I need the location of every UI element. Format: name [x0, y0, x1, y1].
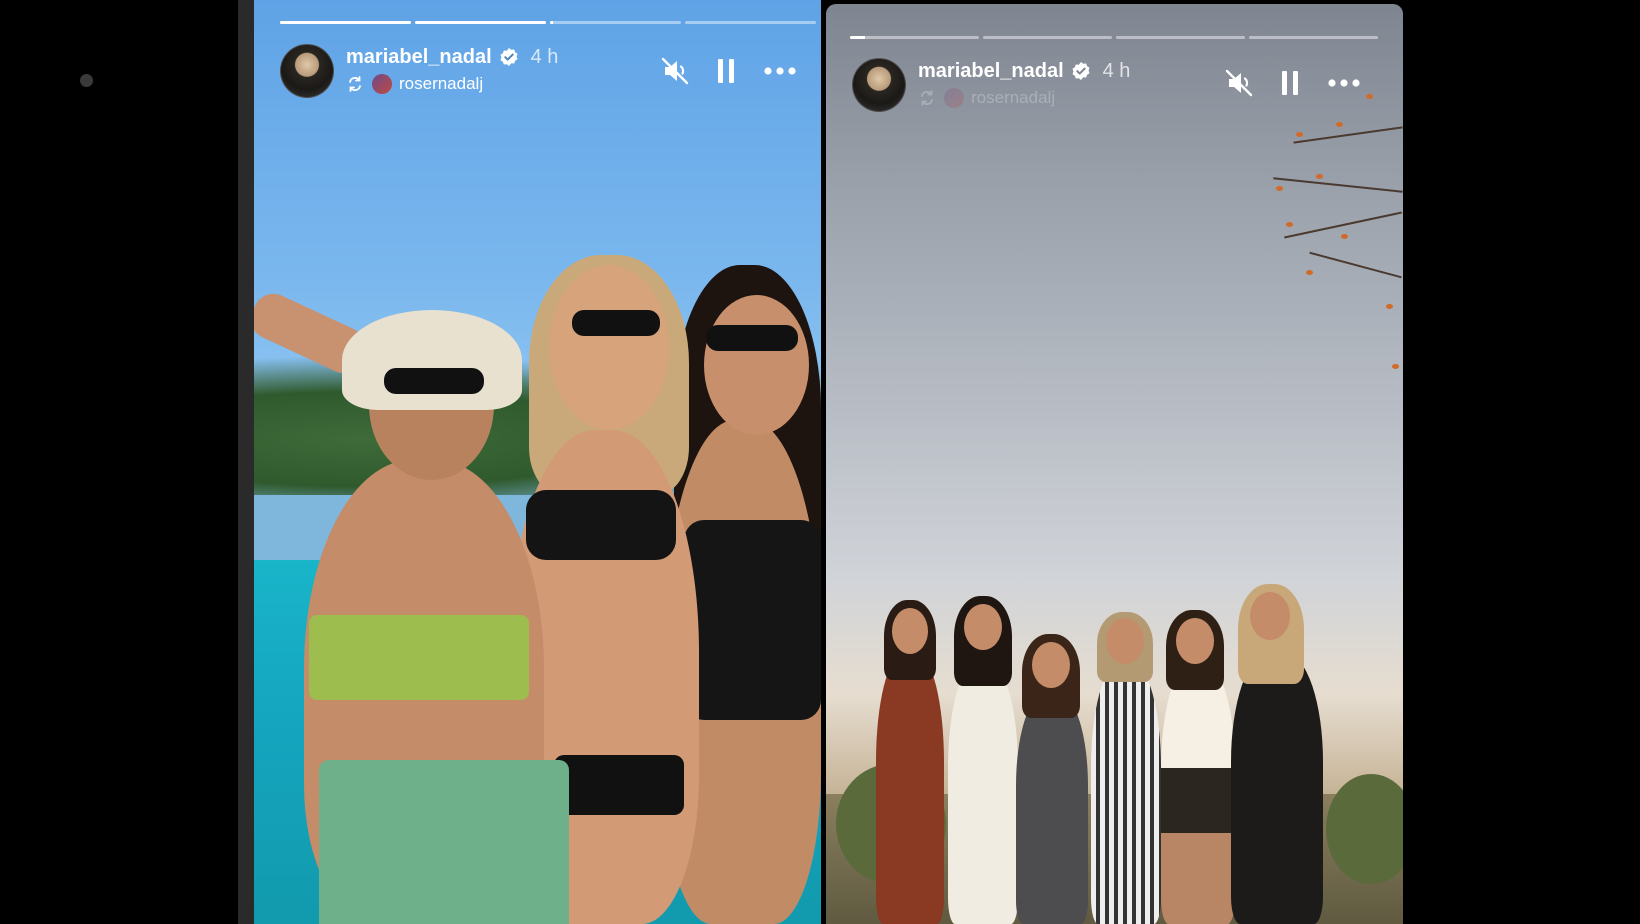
navigation-dot[interactable] [80, 74, 93, 87]
person-2-face [549, 265, 669, 430]
progress-segment [1249, 36, 1378, 39]
more-options-button[interactable] [762, 56, 798, 86]
progress-segment [415, 21, 546, 24]
person-2-sunglasses [572, 310, 660, 336]
repost-icon [349, 76, 361, 92]
previous-story-edge[interactable] [238, 0, 254, 924]
unmute-button[interactable] [660, 56, 690, 86]
progress-segment [1116, 36, 1245, 39]
reposted-user-avatar[interactable] [944, 88, 964, 108]
verified-badge-icon [1072, 62, 1090, 80]
reposted-username[interactable]: rosernadalj [971, 88, 1055, 108]
person-2 [948, 664, 1018, 924]
story-controls [1224, 68, 1362, 98]
post-time: 4 h [1102, 59, 1131, 82]
person-6 [1231, 654, 1323, 924]
progress-segment [685, 21, 816, 24]
story-card-1[interactable]: mariabel_nadal 4 h rosernadalj [254, 0, 821, 924]
person-3-sunglasses [706, 325, 798, 351]
pause-button[interactable] [714, 56, 738, 86]
progress-segment [550, 21, 681, 24]
person-2-face [964, 604, 1002, 650]
story-progress-bar [280, 21, 816, 24]
verified-badge-icon [500, 48, 518, 66]
progress-segment [280, 21, 411, 24]
more-options-icon [764, 67, 796, 75]
person-1-bucket-hat [342, 310, 522, 410]
unmute-button[interactable] [1224, 68, 1254, 98]
pause-button[interactable] [1278, 68, 1302, 98]
person-1-bikini-top [309, 615, 529, 700]
more-options-button[interactable] [1326, 68, 1362, 98]
progress-segment [850, 36, 979, 39]
username[interactable]: mariabel_nadal [918, 60, 1064, 83]
story-photo-tree-branches [1263, 74, 1403, 374]
person-4 [1091, 664, 1161, 924]
person-1-skirt [319, 760, 569, 924]
person-3-face [704, 295, 809, 435]
person-2-bikini-bottom [554, 755, 684, 815]
reposted-username[interactable]: rosernadalj [399, 74, 483, 94]
person-6-face [1250, 592, 1290, 640]
username[interactable]: mariabel_nadal [346, 46, 492, 69]
person-3-face [1032, 642, 1070, 688]
person-3 [1016, 694, 1088, 924]
person-5-face [1176, 618, 1214, 664]
avatar[interactable] [280, 44, 334, 98]
story-card-2[interactable]: mariabel_nadal 4 h rosernadalj [826, 4, 1403, 924]
avatar[interactable] [852, 58, 906, 112]
story-controls [660, 56, 798, 86]
muted-speaker-icon [1225, 69, 1253, 97]
person-2-bikini-top [526, 490, 676, 560]
muted-speaker-icon [661, 57, 689, 85]
pause-icon [718, 59, 734, 83]
post-time: 4 h [530, 45, 559, 68]
progress-segment [983, 36, 1112, 39]
more-options-icon [1328, 79, 1360, 87]
person-1-face [892, 608, 928, 654]
reposted-user-avatar[interactable] [372, 74, 392, 94]
person-4-face [1106, 618, 1144, 664]
pause-icon [1282, 71, 1298, 95]
story-progress-bar [850, 36, 1378, 39]
person-1 [876, 654, 944, 924]
story-header: mariabel_nadal 4 h rosernadalj [280, 44, 558, 98]
person-1-sunglasses [384, 368, 484, 394]
person-3-swimsuit [684, 520, 821, 720]
person-5 [1161, 664, 1235, 924]
story-header: mariabel_nadal 4 h rosernadalj [852, 58, 1130, 112]
repost-icon [921, 90, 933, 106]
